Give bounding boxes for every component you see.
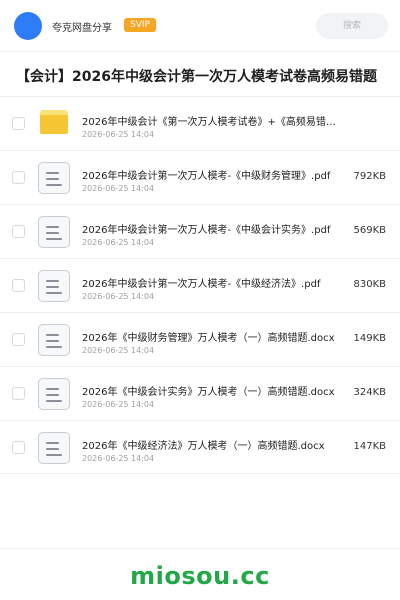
file-size: 830KB <box>353 279 386 290</box>
document-icon <box>38 162 70 194</box>
file-date: 2026-06-25 14:04 <box>82 400 155 409</box>
file-name[interactable]: 2026年中级会计第一次万人模考-《中级财务管理》.pdf <box>82 167 344 182</box>
file-list: 2026年中级会计《第一次万人模考试卷》+《高频易错题》 2026-06-25 … <box>0 96 400 474</box>
document-icon <box>38 270 70 302</box>
file-date: 2026-06-25 14:04 <box>82 292 155 301</box>
file-date: 2026-06-25 14:04 <box>82 346 155 355</box>
file-size: 147KB <box>353 441 386 452</box>
file-size: 324KB <box>353 387 386 398</box>
file-row-folder[interactable]: 2026年中级会计《第一次万人模考试卷》+《高频易错题》 2026-06-25 … <box>0 96 400 150</box>
file-size: 569KB <box>353 225 386 236</box>
file-size: 149KB <box>353 333 386 344</box>
file-row[interactable]: 2026年《中级经济法》万人模考（一）高频错题.docx 2026-06-25 … <box>0 420 400 474</box>
file-row[interactable]: 2026年中级会计第一次万人模考-《中级会计实务》.pdf 2026-06-25… <box>0 204 400 258</box>
row-checkbox[interactable] <box>12 387 25 400</box>
file-name[interactable]: 2026年《中级经济法》万人模考（一）高频错题.docx <box>82 437 344 452</box>
file-row[interactable]: 2026年《中级会计实务》万人模考（一）高频错题.docx 2026-06-25… <box>0 366 400 420</box>
document-icon <box>38 432 70 464</box>
row-checkbox[interactable] <box>12 171 25 184</box>
file-name[interactable]: 2026年《中级会计实务》万人模考（一）高频错题.docx <box>82 383 344 398</box>
avatar[interactable] <box>14 12 42 40</box>
svip-badge: SVIP <box>124 18 156 32</box>
file-row[interactable]: 2026年中级会计第一次万人模考-《中级财务管理》.pdf 2026-06-25… <box>0 150 400 204</box>
file-date: 2026-06-25 14:04 <box>82 130 155 139</box>
share-title: 夸克网盘分享 <box>52 23 112 34</box>
file-name[interactable]: 2026年中级会计第一次万人模考-《中级会计实务》.pdf <box>82 221 344 236</box>
header-bar: 夸克网盘分享 SVIP 搜索 <box>0 0 400 52</box>
document-icon <box>38 378 70 410</box>
file-size: 792KB <box>353 171 386 182</box>
row-checkbox[interactable] <box>12 279 25 292</box>
file-date: 2026-06-25 14:04 <box>82 454 155 463</box>
row-checkbox[interactable] <box>12 225 25 238</box>
file-row[interactable]: 2026年中级会计第一次万人模考-《中级经济法》.pdf 2026-06-25 … <box>0 258 400 312</box>
file-name[interactable]: 2026年《中级财务管理》万人模考（一）高频错题.docx <box>82 329 344 344</box>
document-icon <box>38 324 70 356</box>
site-logo: miosou.cc <box>130 562 270 590</box>
file-name[interactable]: 2026年中级会计《第一次万人模考试卷》+《高频易错题》 <box>82 113 344 128</box>
row-checkbox[interactable] <box>12 333 25 346</box>
folder-icon <box>40 110 68 134</box>
document-icon <box>38 216 70 248</box>
row-checkbox[interactable] <box>12 117 25 130</box>
file-date: 2026-06-25 14:04 <box>82 238 155 247</box>
row-checkbox[interactable] <box>12 441 25 454</box>
file-name[interactable]: 2026年中级会计第一次万人模考-《中级经济法》.pdf <box>82 275 344 290</box>
footer-divider <box>0 548 400 549</box>
search-input[interactable]: 搜索 <box>316 13 388 39</box>
file-row[interactable]: 2026年《中级财务管理》万人模考（一）高频错题.docx 2026-06-25… <box>0 312 400 366</box>
file-date: 2026-06-25 14:04 <box>82 184 155 193</box>
page-title: 【会计】2026年中级会计第一次万人模考试卷高频易错题 <box>16 69 377 85</box>
